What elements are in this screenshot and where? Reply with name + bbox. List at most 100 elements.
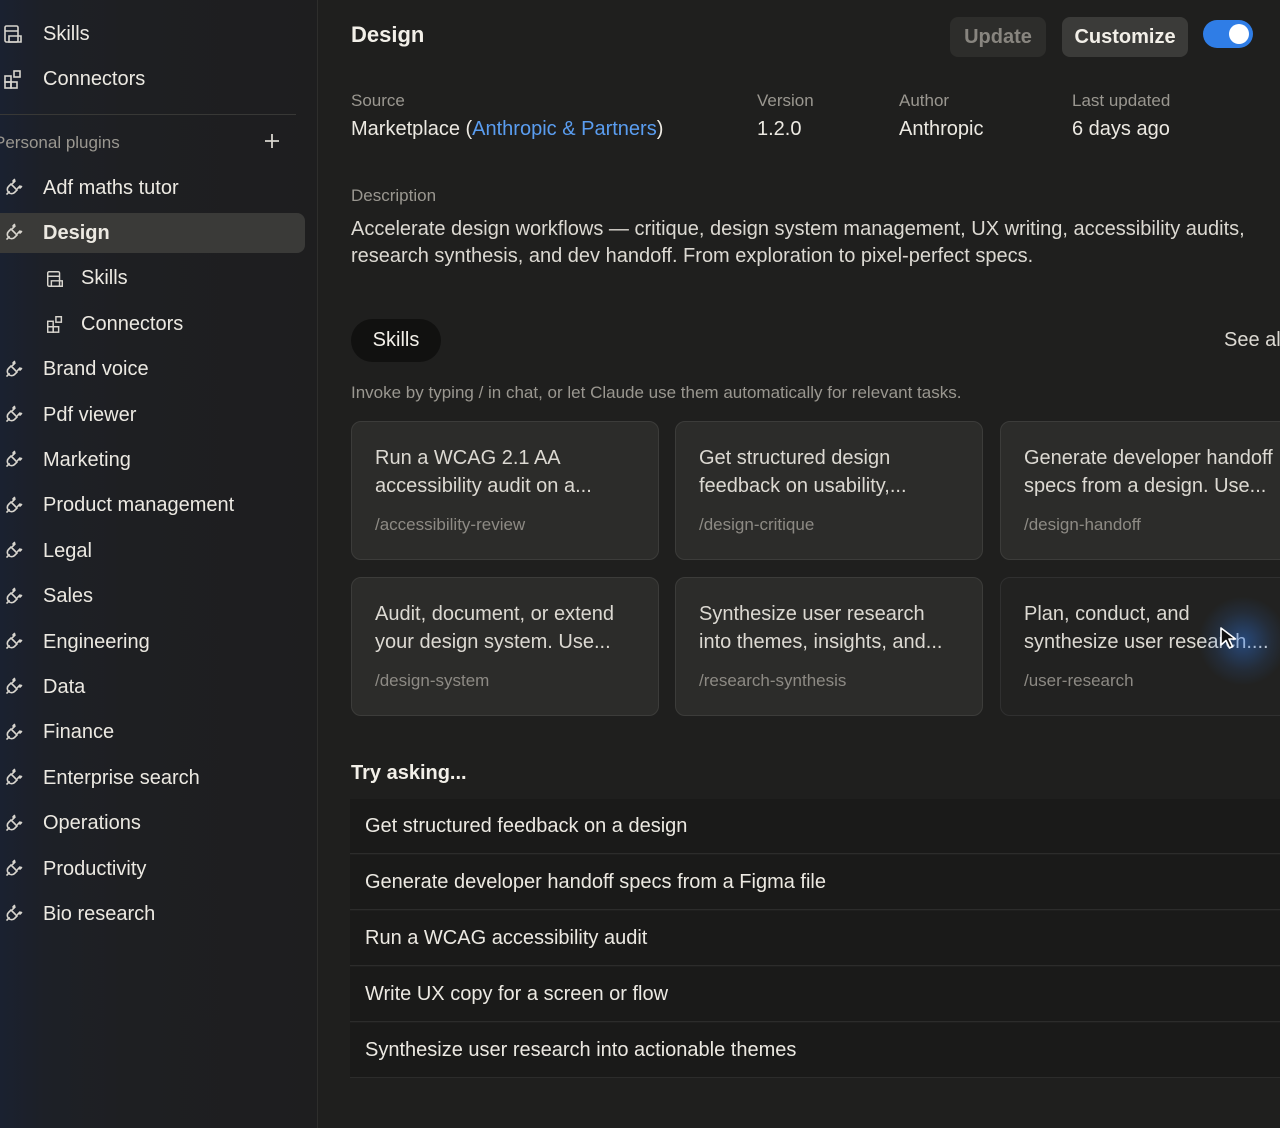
author-label: Author bbox=[899, 91, 950, 110]
plug-icon bbox=[2, 631, 24, 653]
sidebar: Skills Connectors Personal plugins Adf m… bbox=[0, 0, 318, 1128]
sidebar-item-label: Data bbox=[43, 675, 86, 698]
source-link[interactable]: Anthropic & Partners bbox=[472, 118, 657, 140]
try-asking-item[interactable]: Write UX copy for a screen or flow bbox=[350, 967, 1280, 1022]
version-label: Version bbox=[757, 91, 814, 110]
sidebar-item-label: Design bbox=[43, 221, 110, 244]
skill-card-command: /accessibility-review bbox=[375, 515, 526, 534]
connectors-icon bbox=[44, 313, 66, 335]
skill-card[interactable]: Audit, document, or extend your design s… bbox=[351, 577, 659, 716]
update-button[interactable]: Update bbox=[950, 17, 1046, 57]
skill-card[interactable]: Plan, conduct, and synthesize user resea… bbox=[1000, 577, 1280, 716]
skill-card-title: Run a WCAG 2.1 AA accessibility audit on… bbox=[375, 447, 592, 497]
sidebar-item-brand-voice[interactable]: Brand voice bbox=[0, 350, 305, 390]
sidebar-item-skills[interactable]: Skills bbox=[0, 14, 305, 54]
sidebar-item-label: Legal bbox=[43, 539, 92, 562]
plug-icon bbox=[2, 813, 24, 835]
skills-icon bbox=[44, 268, 66, 290]
sidebar-item-enterprise-search[interactable]: Enterprise search bbox=[0, 758, 305, 798]
description-text: Accelerate design workflows — critique, … bbox=[351, 218, 1245, 267]
skill-card-title: Generate developer handoff specs from a … bbox=[1024, 447, 1273, 497]
source-label: Source bbox=[351, 91, 405, 110]
sidebar-item-finance[interactable]: Finance bbox=[0, 713, 305, 753]
connectors-icon bbox=[2, 68, 24, 90]
sidebar-item-legal[interactable]: Legal bbox=[0, 531, 305, 571]
plug-icon bbox=[2, 858, 24, 880]
customize-button[interactable]: Customize bbox=[1062, 17, 1188, 57]
sidebar-item-connectors[interactable]: Connectors bbox=[0, 59, 305, 99]
description-label: Description bbox=[351, 186, 437, 205]
sidebar-item-sales[interactable]: Sales bbox=[0, 577, 305, 617]
sidebar-item-data[interactable]: Data bbox=[0, 667, 305, 707]
plug-icon bbox=[2, 222, 24, 244]
sidebar-item-label: Connectors bbox=[81, 312, 184, 335]
last-updated-label: Last updated bbox=[1072, 91, 1171, 110]
sidebar-item-label: Product management bbox=[43, 494, 235, 517]
sidebar-item-design[interactable]: Design bbox=[0, 213, 305, 254]
add-plugin-button[interactable] bbox=[262, 133, 282, 153]
version-value: 1.2.0 bbox=[757, 118, 802, 140]
skill-card[interactable]: Run a WCAG 2.1 AA accessibility audit on… bbox=[351, 421, 659, 560]
sidebar-item-product-management[interactable]: Product management bbox=[0, 486, 305, 526]
sidebar-item-label: Finance bbox=[43, 721, 115, 744]
sidebar-item-label: Engineering bbox=[43, 630, 150, 653]
enable-toggle[interactable] bbox=[1203, 20, 1253, 48]
sidebar-item-connectors[interactable]: Connectors bbox=[0, 304, 305, 344]
try-asking-item[interactable]: Get structured feedback on a design bbox=[350, 799, 1280, 854]
try-asking-item[interactable]: Synthesize user research into actionable… bbox=[350, 1023, 1280, 1078]
sidebar-item-engineering[interactable]: Engineering bbox=[0, 622, 305, 662]
plug-icon bbox=[2, 903, 24, 925]
sidebar-item-label: Pdf viewer bbox=[43, 403, 137, 426]
tab-skills[interactable]: Skills bbox=[351, 319, 441, 362]
plug-icon bbox=[2, 404, 24, 426]
sidebar-item-label: Enterprise search bbox=[43, 766, 200, 789]
sidebar-item-marketing[interactable]: Marketing bbox=[0, 440, 305, 480]
plug-icon bbox=[2, 722, 24, 744]
skills-hint: Invoke by typing / in chat, or let Claud… bbox=[351, 383, 962, 402]
personal-plugins-heading: Personal plugins bbox=[0, 133, 120, 152]
skill-card-command: /research-synthesis bbox=[699, 671, 847, 690]
skill-card-title: Plan, conduct, and synthesize user resea… bbox=[1024, 603, 1269, 653]
source-value: Marketplace (Anthropic & Partners) bbox=[351, 118, 663, 141]
plug-icon bbox=[2, 540, 24, 562]
sidebar-item-skills[interactable]: Skills bbox=[0, 259, 305, 299]
try-asking-item[interactable]: Run a WCAG accessibility audit bbox=[350, 911, 1280, 966]
skill-card-command: /design-critique bbox=[699, 515, 815, 534]
plug-icon bbox=[2, 449, 24, 471]
sidebar-item-operations[interactable]: Operations bbox=[0, 804, 305, 844]
skills-icon bbox=[2, 23, 24, 45]
toggle-knob bbox=[1229, 24, 1249, 44]
sidebar-divider bbox=[0, 114, 296, 115]
see-all-link[interactable]: See all bbox=[1224, 329, 1280, 352]
skill-card-command: /design-system bbox=[375, 671, 490, 690]
author-value: Anthropic bbox=[899, 118, 984, 140]
skill-card-title: Synthesize user research into themes, in… bbox=[699, 603, 943, 653]
plug-icon bbox=[2, 676, 24, 698]
app-window: Skills Connectors Personal plugins Adf m… bbox=[0, 0, 1280, 1128]
try-asking-heading: Try asking... bbox=[351, 762, 467, 784]
skill-card[interactable]: Get structured design feedback on usabil… bbox=[675, 421, 983, 560]
source-prefix: Marketplace ( bbox=[351, 118, 473, 140]
skill-card-command: /user-research bbox=[1024, 671, 1134, 690]
page-title: Design bbox=[351, 22, 425, 47]
sidebar-item-label: Marketing bbox=[43, 448, 131, 471]
plus-icon bbox=[264, 133, 280, 154]
source-suffix: ) bbox=[656, 118, 664, 140]
plug-icon bbox=[2, 586, 24, 608]
sidebar-item-label: Bio research bbox=[43, 902, 156, 925]
plug-icon bbox=[2, 495, 24, 517]
sidebar-item-label: Skills bbox=[81, 267, 128, 290]
sidebar-item-label: Adf maths tutor bbox=[43, 176, 179, 199]
sidebar-item-bio-research[interactable]: Bio research bbox=[0, 894, 305, 934]
sidebar-item-adf-maths-tutor[interactable]: Adf maths tutor bbox=[0, 168, 305, 208]
sidebar-item-label: Operations bbox=[43, 812, 141, 835]
skill-card[interactable]: Synthesize user research into themes, in… bbox=[675, 577, 983, 716]
sidebar-item-label: Skills bbox=[43, 22, 90, 45]
try-asking-item[interactable]: Generate developer handoff specs from a … bbox=[350, 855, 1280, 910]
sidebar-item-label: Sales bbox=[43, 585, 94, 608]
sidebar-item-label: Brand voice bbox=[43, 358, 149, 381]
sidebar-item-pdf-viewer[interactable]: Pdf viewer bbox=[0, 395, 305, 435]
skill-card[interactable]: Generate developer handoff specs from a … bbox=[1000, 421, 1280, 560]
sidebar-item-productivity[interactable]: Productivity bbox=[0, 849, 305, 889]
plug-icon bbox=[2, 767, 24, 789]
